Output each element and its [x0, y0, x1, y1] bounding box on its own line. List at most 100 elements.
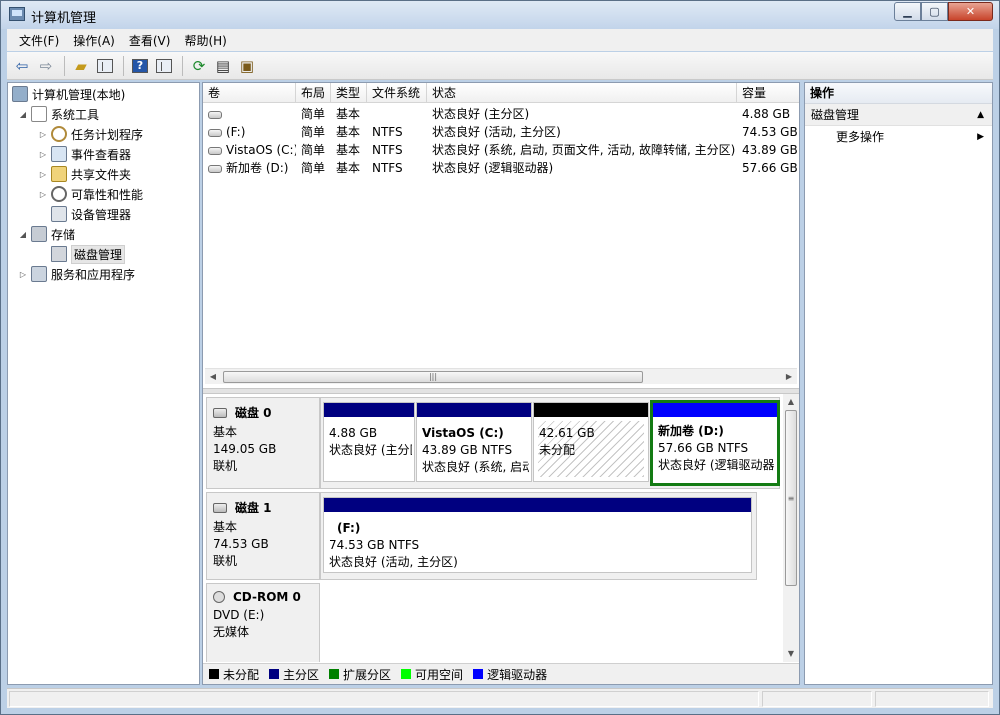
disk-settings-button[interactable]: ▣ [236, 55, 258, 77]
partition-size: 4.88 GB [329, 426, 378, 440]
tree-item-event-viewer[interactable]: ▷ 事件查看器 [38, 144, 131, 164]
up-level-button[interactable]: ▰ [70, 55, 92, 77]
minimize-button[interactable]: ▁ [894, 2, 921, 21]
action-pane-icon [156, 58, 172, 73]
partition-new-volume-d[interactable]: 新加卷 (D:) 57.66 GB NTFS 状态良好 (逻辑驱动器) [650, 400, 780, 486]
partition-primary-unnamed[interactable]: 4.88 GB 状态良好 (主分区) [323, 402, 415, 482]
toolbar-separator [182, 55, 183, 76]
disk-view-vscrollbar[interactable]: ▲ ≡ ▼ [783, 394, 799, 662]
volume-capacity: 43.89 GB [742, 143, 798, 157]
expand-icon[interactable]: ▷ [38, 190, 48, 199]
tree-item-root[interactable]: 计算机管理(本地) [12, 84, 125, 104]
partition-size: 57.66 GB NTFS [658, 441, 749, 455]
computer-icon [12, 86, 28, 102]
disk-0-partitions: 4.88 GB 状态良好 (主分区) VistaOS (C:) 43.89 GB… [320, 397, 780, 489]
legend-item-logical: 逻辑驱动器 [473, 666, 547, 683]
submenu-arrow-icon: ▶ [977, 132, 984, 142]
tree-item-reliability[interactable]: ▷ 可靠性和性能 [38, 184, 143, 204]
table-row[interactable]: (F:) 简单 基本 NTFS 状态良好 (活动, 主分区) 74.53 GB [203, 123, 799, 141]
column-layout[interactable]: 布局 [296, 83, 331, 103]
scroll-down-icon[interactable]: ▼ [784, 647, 798, 661]
column-volume[interactable]: 卷 [203, 83, 296, 103]
column-status[interactable]: 状态 [427, 83, 737, 103]
menu-view[interactable]: 查看(V) [123, 32, 177, 49]
tree-item-services[interactable]: ▷ 服务和应用程序 [18, 264, 135, 284]
hscroll-thumb[interactable]: ||| [223, 371, 643, 383]
computer-management-icon [9, 7, 25, 21]
volume-capacity: 57.66 GB [742, 161, 798, 175]
scroll-up-icon[interactable]: ▲ [784, 395, 798, 409]
disk-name: 磁盘 1 [235, 501, 272, 515]
collapse-up-icon[interactable]: ▲ [977, 104, 984, 126]
disk-name: 磁盘 0 [235, 406, 272, 420]
menu-file[interactable]: 文件(F) [13, 32, 65, 49]
collapse-icon[interactable]: ◢ [18, 110, 28, 119]
tree-item-device-manager[interactable]: 设备管理器 [51, 204, 131, 224]
legend-item-free-space: 可用空间 [401, 666, 463, 683]
collapse-icon[interactable]: ◢ [18, 230, 28, 239]
scroll-left-icon[interactable]: ◀ [206, 370, 220, 384]
tree-item-storage[interactable]: ◢ 存储 [18, 224, 75, 244]
properties-button[interactable]: ▤ [212, 55, 234, 77]
partition-vistaos-c[interactable]: VistaOS (C:) 43.89 GB NTFS 状态良好 (系统, 启动,… [416, 402, 532, 482]
menu-help[interactable]: 帮助(H) [178, 32, 232, 49]
expand-icon[interactable]: ▷ [38, 170, 48, 179]
column-capacity[interactable]: 容量 [737, 83, 799, 103]
status-segment [762, 691, 872, 707]
tree-item-label: 共享文件夹 [71, 167, 132, 182]
expand-icon[interactable]: ▷ [38, 130, 48, 139]
disk-state: 联机 [213, 459, 238, 473]
hard-disk-icon [213, 407, 227, 418]
volume-filesystem [367, 105, 427, 123]
volume-name: (F:) [226, 125, 246, 139]
disk-0-label[interactable]: 磁盘 0 基本 149.05 GB 联机 [206, 397, 320, 489]
shared-folder-icon [51, 166, 67, 182]
partition-unallocated[interactable]: 42.61 GB 未分配 [533, 402, 649, 482]
tree-item-task-scheduler[interactable]: ▷ 任务计划程序 [38, 124, 143, 144]
more-actions-item[interactable]: 更多操作 ▶ [805, 126, 992, 148]
storage-icon [31, 226, 47, 242]
show-hide-action-pane-button[interactable] [153, 55, 175, 77]
table-row[interactable]: 简单 基本 状态良好 (主分区) 4.88 GB [203, 105, 799, 123]
volume-name: 新加卷 (D:) [226, 161, 289, 175]
volume-capacity: 74.53 GB [742, 125, 798, 139]
volume-filesystem: NTFS [372, 143, 403, 157]
maximize-icon: ▢ [929, 5, 940, 18]
scroll-right-icon[interactable]: ▶ [782, 370, 796, 384]
show-hide-tree-button[interactable] [94, 55, 116, 77]
status-segment [9, 691, 759, 707]
expand-icon[interactable]: ▷ [18, 270, 28, 279]
forward-button[interactable]: ⇨ [35, 55, 57, 77]
tree-item-label: 事件查看器 [71, 147, 132, 162]
disk-1-label[interactable]: 磁盘 1 基本 74.53 GB 联机 [206, 492, 320, 580]
table-row[interactable]: 新加卷 (D:) 简单 基本 NTFS 状态良好 (逻辑驱动器) 57.66 G… [203, 159, 799, 177]
tree-item-label: 计算机管理(本地) [32, 87, 126, 102]
partition-status: 状态良好 (活动, 主分区) [329, 555, 458, 569]
event-viewer-icon [51, 146, 67, 162]
menu-action[interactable]: 操作(A) [67, 32, 121, 49]
legend-item-primary: 主分区 [269, 666, 319, 683]
column-type[interactable]: 类型 [331, 83, 367, 103]
partition-legend: 未分配 主分区 扩展分区 可用空间 逻辑驱动器 [203, 663, 799, 684]
tree-item-shared-folders[interactable]: ▷ 共享文件夹 [38, 164, 131, 184]
back-button[interactable]: ⇦ [11, 55, 33, 77]
close-button[interactable]: ✕ [948, 2, 993, 21]
primary-partition-bar [417, 403, 531, 417]
legend-label: 可用空间 [415, 667, 464, 682]
expand-icon[interactable]: ▷ [38, 150, 48, 159]
tree-item-system-tools[interactable]: ◢ 系统工具 [18, 104, 99, 124]
maximize-button[interactable]: ▢ [921, 2, 948, 21]
partition-status: 状态良好 (主分区) [329, 443, 412, 457]
tree-item-disk-management[interactable]: 磁盘管理 [51, 244, 126, 264]
cdrom-0-label[interactable]: CD-ROM 0 DVD (E:) 无媒体 [206, 583, 320, 662]
partition-status: 未分配 [539, 443, 576, 457]
refresh-button[interactable]: ⟳ [188, 55, 210, 77]
table-row[interactable]: VistaOS (C:) 简单 基本 NTFS 状态良好 (系统, 启动, 页面… [203, 141, 799, 159]
volume-list-hscrollbar[interactable]: ◀ ||| ▶ [205, 368, 797, 384]
actions-section-disk-management[interactable]: 磁盘管理 ▲ [805, 104, 992, 126]
legend-item-extended: 扩展分区 [329, 666, 391, 683]
partition-f[interactable]: (F:) 74.53 GB NTFS 状态良好 (活动, 主分区) [323, 497, 752, 573]
vscroll-thumb[interactable]: ≡ [785, 410, 797, 586]
column-filesystem[interactable]: 文件系统 [367, 83, 427, 103]
help-button[interactable]: ? [129, 55, 151, 77]
